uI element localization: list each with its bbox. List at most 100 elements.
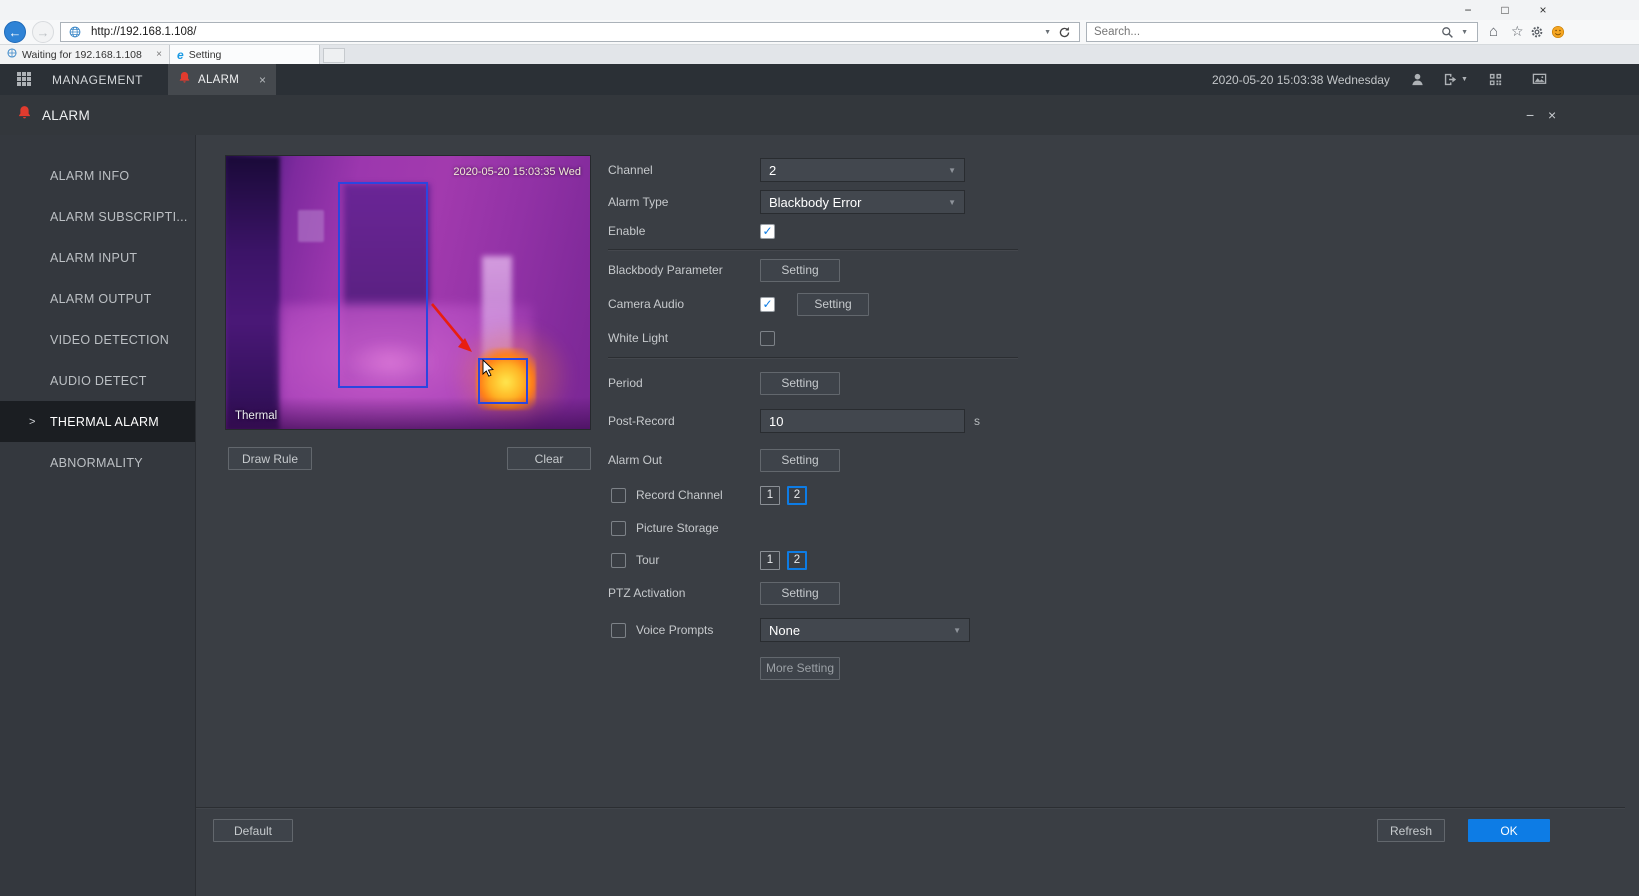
window-close-button[interactable]: × bbox=[1548, 95, 1556, 135]
browser-maximize-button[interactable]: □ bbox=[1487, 0, 1523, 20]
detection-rule-rectangle-small[interactable] bbox=[478, 358, 528, 404]
menu-grid-icon[interactable] bbox=[17, 72, 31, 86]
back-button[interactable]: ← bbox=[4, 21, 26, 43]
osd-timestamp: 2020-05-20 15:03:35 Wed bbox=[453, 166, 581, 178]
divider bbox=[608, 249, 1018, 250]
sidebar-item-alarm-info[interactable]: ALARM INFO bbox=[0, 155, 195, 196]
tour-label: Tour bbox=[636, 553, 659, 567]
draw-rule-button[interactable]: Draw Rule bbox=[228, 447, 312, 470]
user-icon[interactable] bbox=[1410, 72, 1425, 87]
row-voice-prompts: Voice Prompts None ▼ bbox=[608, 618, 1248, 642]
tour-1-button[interactable]: 1 bbox=[760, 551, 780, 570]
refresh-icon[interactable] bbox=[1058, 26, 1071, 39]
sidebar-item-alarm-subscription[interactable]: ALARM SUBSCRIPTI... bbox=[0, 196, 195, 237]
white-light-label: White Light bbox=[608, 331, 760, 345]
white-light-checkbox[interactable] bbox=[760, 331, 775, 346]
row-alarm-out: Alarm Out Setting bbox=[608, 448, 1248, 472]
alarm-type-select[interactable]: Blackbody Error ▼ bbox=[760, 190, 965, 214]
globe-icon bbox=[69, 26, 81, 38]
chevron-down-icon: ▼ bbox=[953, 626, 961, 635]
sidebar-item-alarm-output[interactable]: ALARM OUTPUT bbox=[0, 278, 195, 319]
record-channel-checkbox[interactable] bbox=[611, 488, 626, 503]
feedback-smiley-icon[interactable] bbox=[1551, 25, 1565, 41]
forward-button[interactable]: → bbox=[32, 21, 54, 43]
enable-checkbox[interactable]: ✓ bbox=[760, 224, 775, 239]
search-box[interactable]: ▼ bbox=[1086, 22, 1478, 42]
app-tab-alarm[interactable]: ALARM × bbox=[168, 64, 276, 95]
search-dropdown-icon[interactable]: ▼ bbox=[1461, 29, 1468, 36]
app-header: MANAGEMENT ALARM × 2020-05-20 15:03:38 W… bbox=[0, 64, 1639, 95]
sidebar-item-abnormality[interactable]: ABNORMALITY bbox=[0, 442, 195, 483]
management-label[interactable]: MANAGEMENT bbox=[52, 64, 143, 95]
home-icon[interactable]: ⌂ bbox=[1489, 24, 1498, 39]
app-tab-label: ALARM bbox=[198, 74, 239, 86]
voice-prompts-checkbox[interactable] bbox=[611, 623, 626, 638]
row-more-setting: More Setting bbox=[608, 656, 1248, 680]
record-channel-2-button[interactable]: 2 bbox=[787, 486, 807, 505]
channel-select[interactable]: 2 ▼ bbox=[760, 158, 965, 182]
url-input[interactable] bbox=[89, 25, 1040, 39]
tour-2-button[interactable]: 2 bbox=[787, 551, 807, 570]
post-record-label: Post-Record bbox=[608, 414, 760, 428]
sidebar-item-label: ALARM INPUT bbox=[50, 251, 137, 265]
search-input[interactable] bbox=[1092, 25, 1438, 39]
alarm-out-label: Alarm Out bbox=[608, 453, 760, 467]
voice-prompts-select[interactable]: None ▼ bbox=[760, 618, 970, 642]
browser-tab-setting[interactable]: e Setting bbox=[170, 45, 320, 64]
alarm-window: ALARM − × ALARM INFO ALARM SUBSCRIPTI...… bbox=[0, 95, 1639, 896]
row-camera-audio: Camera Audio ✓ Setting bbox=[608, 292, 1248, 316]
tools-gear-icon[interactable] bbox=[1530, 25, 1544, 41]
screen: − □ × ← → ▼ ▼ ⌂ ☆ bbox=[0, 0, 1639, 896]
favorites-star-icon[interactable]: ☆ bbox=[1511, 24, 1524, 38]
browser-titlebar: − □ × bbox=[0, 0, 1639, 20]
alarm-bell-icon bbox=[17, 105, 32, 125]
sidebar-item-thermal-alarm[interactable]: > THERMAL ALARM bbox=[0, 401, 195, 442]
camera-audio-checkbox[interactable]: ✓ bbox=[760, 297, 775, 312]
url-dropdown-icon[interactable]: ▼ bbox=[1044, 29, 1051, 36]
period-setting-button[interactable]: Setting bbox=[760, 372, 840, 395]
app-tab-close-icon[interactable]: × bbox=[259, 73, 266, 87]
address-bar[interactable]: ▼ bbox=[60, 22, 1080, 42]
channel-label: Channel bbox=[608, 163, 760, 177]
chevron-down-icon: ▼ bbox=[948, 166, 956, 175]
camera-audio-setting-button[interactable]: Setting bbox=[797, 293, 869, 316]
thermal-wall-picture bbox=[298, 210, 324, 242]
record-channel-1-button[interactable]: 1 bbox=[760, 486, 780, 505]
post-record-unit: s bbox=[974, 414, 980, 428]
sidebar-item-audio-detect[interactable]: AUDIO DETECT bbox=[0, 360, 195, 401]
sidebar-item-video-detection[interactable]: VIDEO DETECTION bbox=[0, 319, 195, 360]
qr-code-icon[interactable] bbox=[1488, 72, 1503, 87]
new-tab-button[interactable] bbox=[323, 48, 345, 63]
clear-button[interactable]: Clear bbox=[507, 447, 591, 470]
row-blackbody-parameter: Blackbody Parameter Setting bbox=[608, 258, 1248, 282]
ok-button[interactable]: OK bbox=[1468, 819, 1550, 842]
ptz-setting-button[interactable]: Setting bbox=[760, 582, 840, 605]
display-image-icon[interactable] bbox=[1532, 72, 1547, 87]
chevron-right-icon: > bbox=[29, 416, 36, 428]
sidebar-item-label: VIDEO DETECTION bbox=[50, 333, 169, 347]
chevron-down-icon: ▼ bbox=[948, 198, 956, 207]
default-button[interactable]: Default bbox=[213, 819, 293, 842]
sidebar-item-alarm-input[interactable]: ALARM INPUT bbox=[0, 237, 195, 278]
tour-checkbox[interactable] bbox=[611, 553, 626, 568]
window-minimize-button[interactable]: − bbox=[1526, 95, 1534, 135]
blackbody-setting-button[interactable]: Setting bbox=[760, 259, 840, 282]
browser-close-button[interactable]: × bbox=[1525, 0, 1561, 20]
detection-rule-rectangle-large[interactable] bbox=[338, 182, 428, 388]
tab-close-icon[interactable]: × bbox=[156, 49, 162, 60]
post-record-input[interactable] bbox=[760, 409, 965, 433]
thermal-preview-canvas[interactable]: 2020-05-20 15:03:35 Wed Thermal bbox=[225, 155, 591, 430]
browser-minimize-button[interactable]: − bbox=[1450, 0, 1486, 20]
picture-storage-checkbox[interactable] bbox=[611, 521, 626, 536]
row-channel: Channel 2 ▼ bbox=[608, 158, 1248, 182]
sidebar-item-label: ALARM INFO bbox=[50, 169, 129, 183]
row-post-record: Post-Record s bbox=[608, 409, 1248, 433]
refresh-button[interactable]: Refresh bbox=[1377, 819, 1445, 842]
tab-label: Waiting for 192.168.1.108 bbox=[22, 49, 151, 61]
row-tour: Tour 1 2 bbox=[608, 548, 1248, 572]
alarm-out-setting-button[interactable]: Setting bbox=[760, 449, 840, 472]
logout-icon[interactable]: ▼ bbox=[1443, 72, 1468, 87]
browser-tab-waiting[interactable]: Waiting for 192.168.1.108 × bbox=[0, 45, 170, 64]
search-icon[interactable] bbox=[1441, 26, 1454, 39]
more-setting-button[interactable]: More Setting bbox=[760, 657, 840, 680]
